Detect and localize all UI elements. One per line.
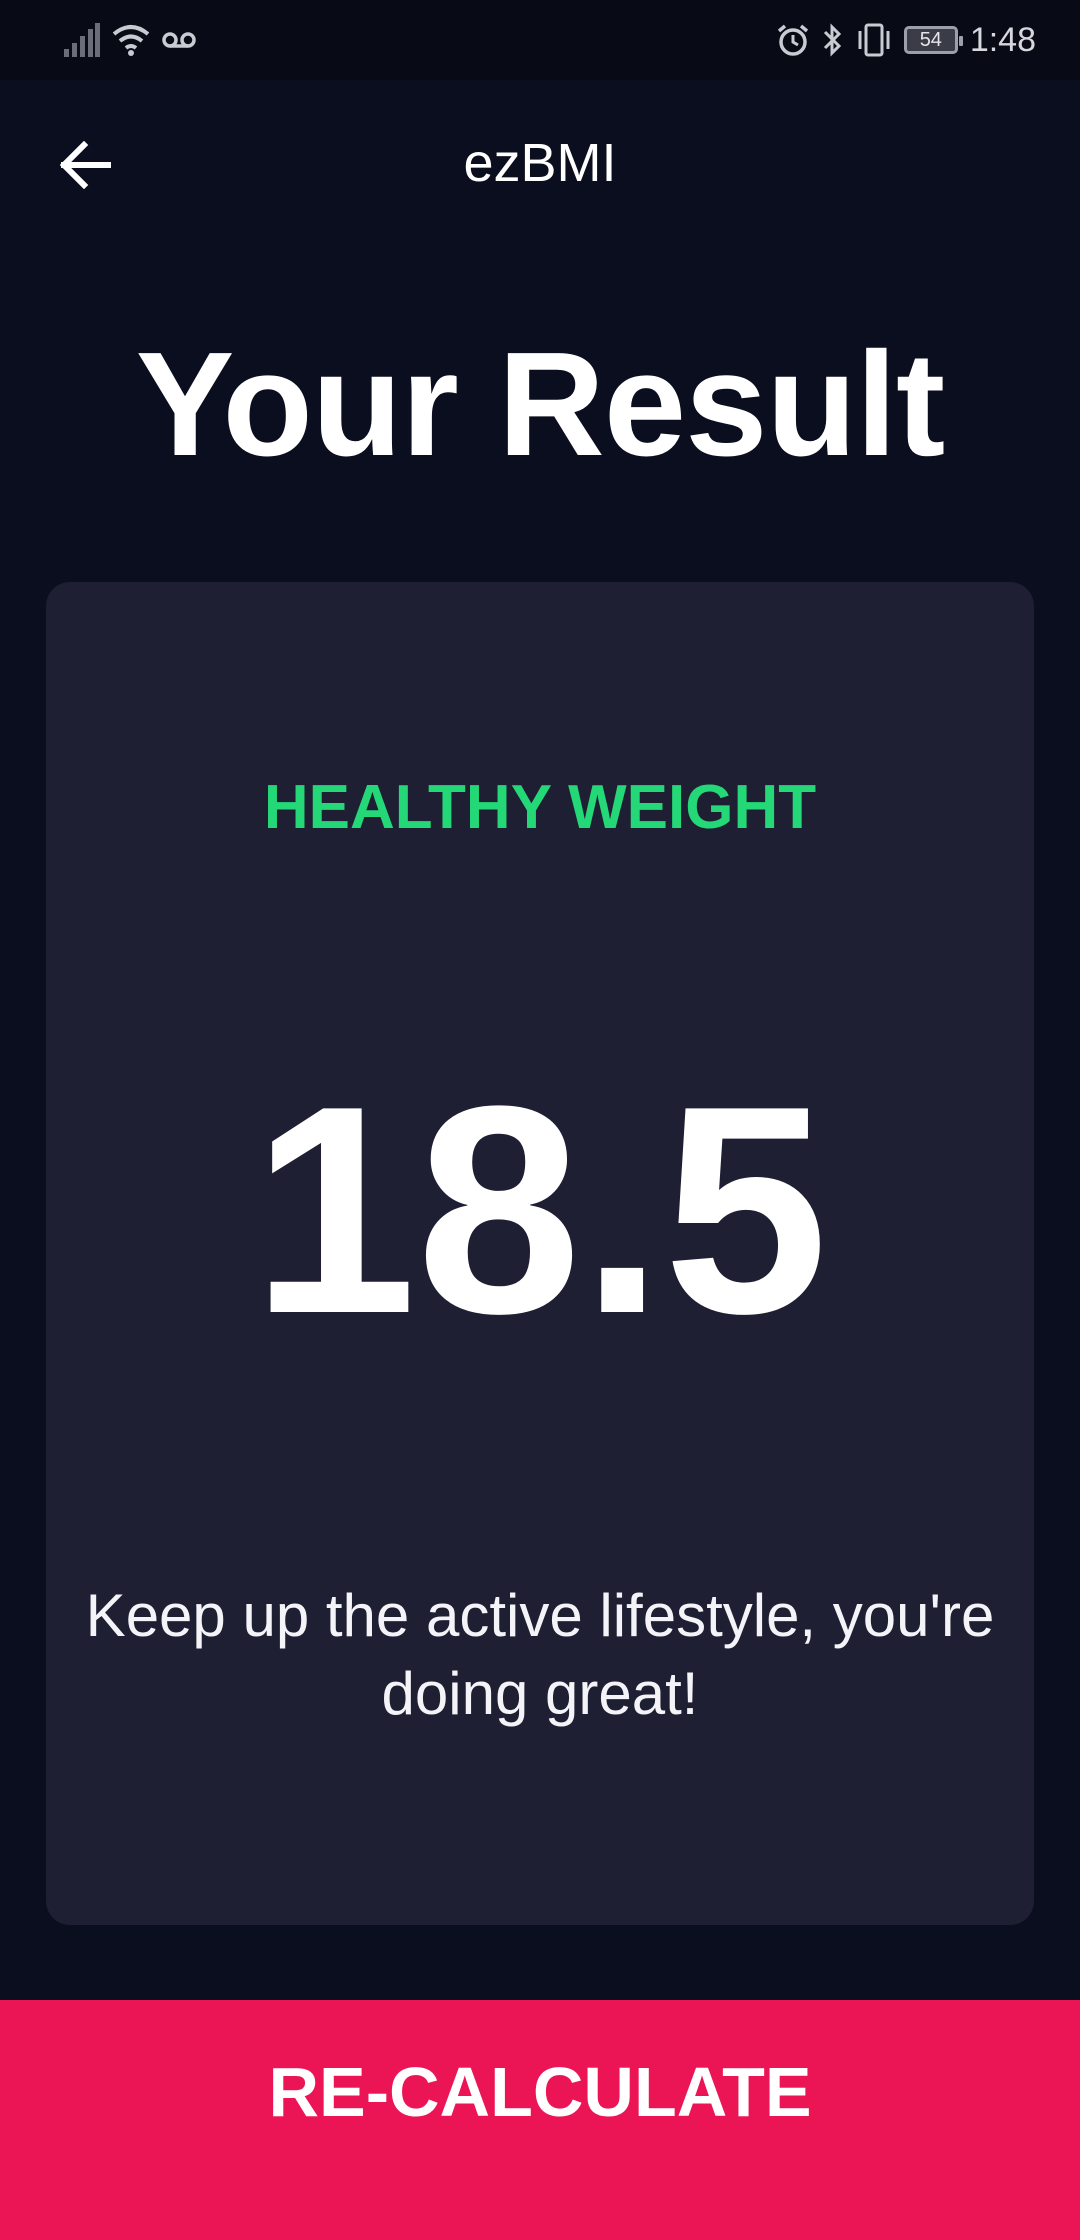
status-time: 1:48 <box>969 20 1036 59</box>
status-bar: 54 1:48 <box>0 0 1080 80</box>
status-right-icons: 54 1:48 <box>776 18 1036 62</box>
result-card: HEALTHY WEIGHT 18.5 Keep up the active l… <box>46 582 1034 1925</box>
app-bar: ezBMI <box>0 80 1080 255</box>
battery-icon: 54 <box>903 26 963 54</box>
result-message: Keep up the active lifestyle, you're doi… <box>85 1582 995 1727</box>
bmi-value: 18.5 <box>251 1044 829 1375</box>
status-left-icons <box>64 18 196 62</box>
signal-icon <box>64 23 100 57</box>
recalculate-label: RE-CALCULATE <box>268 2053 812 2131</box>
page-title: Your Result <box>135 322 946 487</box>
bluetooth-icon <box>823 23 841 57</box>
vibrate-icon <box>858 23 890 57</box>
voicemail-icon <box>162 32 196 48</box>
wifi-icon <box>112 25 150 56</box>
alarm-icon <box>777 24 808 56</box>
result-category: HEALTHY WEIGHT <box>263 773 817 842</box>
recalculate-button[interactable]: RE-CALCULATE <box>0 2000 1080 2240</box>
battery-level: 54 <box>919 28 942 51</box>
app-title: ezBMI <box>463 133 617 193</box>
